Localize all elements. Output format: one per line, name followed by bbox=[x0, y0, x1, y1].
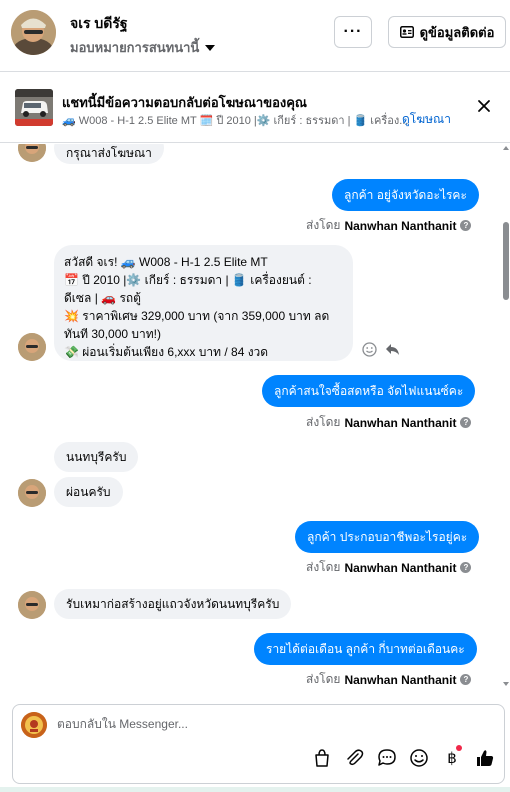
message-text: ลูกค้าสนใจซื้อสดหรือ จัดไฟแนนซ์คะ bbox=[274, 383, 464, 398]
message-bubble-outgoing[interactable]: ลูกค้า อยู่จังหวัดอะไรคะ bbox=[332, 179, 479, 211]
message-text: รับเหมาก่อสร้างอยู่แถวจังหวัดนนทบุรีครับ bbox=[66, 596, 280, 611]
contact-name[interactable]: จเร บดีรัฐ bbox=[70, 13, 128, 35]
info-icon[interactable]: ? bbox=[460, 417, 472, 428]
reply-composer: ฿ bbox=[12, 704, 505, 784]
reply-icon[interactable] bbox=[385, 343, 400, 356]
thumbs-up-icon[interactable] bbox=[474, 747, 496, 769]
scrollbar-thumb[interactable] bbox=[503, 222, 509, 300]
message-text: ผ่อนครับ bbox=[66, 484, 111, 499]
message-bubble-outgoing[interactable]: ลูกค้าสนใจซื้อสดหรือ จัดไฟแนนซ์คะ bbox=[262, 375, 476, 407]
close-icon[interactable] bbox=[476, 98, 492, 114]
message-bubble-outgoing[interactable]: รายได้ต่อเดือน ลูกค้า กี่บาทต่อเดือนคะ bbox=[254, 633, 477, 665]
sent-by-agent: Nanwhan Nanthanit bbox=[344, 672, 457, 687]
contact-avatar[interactable] bbox=[11, 10, 56, 55]
sent-by-prefix: ส่งโดย bbox=[306, 560, 341, 574]
sent-by-prefix: ส่งโดย bbox=[306, 218, 341, 232]
sent-by-line: ส่งโดย Nanwhan Nanthanit ? bbox=[306, 558, 472, 577]
info-icon[interactable]: ? bbox=[460, 220, 472, 231]
message-text: รายได้ต่อเดือน ลูกค้า กี่บาทต่อเดือนคะ bbox=[266, 641, 465, 656]
paperclip-icon[interactable] bbox=[343, 747, 365, 769]
caret-down-icon bbox=[205, 44, 216, 51]
react-smiley-icon[interactable] bbox=[362, 342, 377, 357]
info-icon[interactable]: ? bbox=[460, 562, 472, 573]
message-bubble-incoming[interactable]: กรุณาส่งโฆษณา bbox=[54, 144, 164, 164]
message-bubble-incoming[interactable]: ผ่อนครับ bbox=[54, 477, 123, 507]
emoji-icon[interactable] bbox=[408, 747, 430, 769]
info-icon[interactable]: ? bbox=[460, 674, 472, 685]
message-text: นนทบุรีครับ bbox=[66, 449, 127, 464]
message-bubble-incoming[interactable]: สวัสดี จเร! 🚙 W008 - H-1 2.5 Elite MT 📅 … bbox=[54, 245, 353, 361]
contact-card-icon bbox=[399, 26, 414, 38]
contact-avatar-small bbox=[18, 333, 46, 361]
message-line: 💥 ราคาพิเศษ 329,000 บาท (จาก 359,000 บาท… bbox=[64, 309, 330, 323]
conversation-header: จเร บดีรัฐ มอบหมายการสนทนานี้ ··· ดูข้อม… bbox=[0, 0, 510, 72]
message-line: 📅 ปี 2010 |⚙️ เกียร์ : ธรรมดา | 🛢️ เครื่… bbox=[64, 273, 312, 287]
notification-dot bbox=[456, 745, 462, 751]
message-text: ลูกค้า ประกอบอาชีพอะไรอยู่คะ bbox=[307, 529, 468, 544]
message-thread[interactable]: กรุณาส่งโฆษณา ลูกค้า อยู่จังหวัดอะไรคะ ส… bbox=[0, 144, 510, 692]
message-line: ทันที 30,000 บาท!) bbox=[64, 327, 161, 341]
message-text: กรุณาส่งโฆษณา bbox=[66, 145, 152, 160]
chat-bubble-icon[interactable] bbox=[376, 747, 398, 769]
message-line: ดีเซล | 🚗 รถตู้ bbox=[64, 291, 141, 305]
ad-thumbnail[interactable] bbox=[15, 89, 53, 126]
bottom-strip bbox=[0, 787, 510, 792]
page-avatar bbox=[21, 712, 47, 738]
sent-by-line: ส่งโดย Nanwhan Nanthanit ? bbox=[306, 413, 472, 432]
message-text: ลูกค้า อยู่จังหวัดอะไรคะ bbox=[344, 187, 467, 202]
message-line: สวัสดี จเร! 🚙 W008 - H-1 2.5 Elite MT bbox=[64, 255, 268, 269]
message-bubble-incoming[interactable]: รับเหมาก่อสร้างอยู่แถวจังหวัดนนทบุรีครับ bbox=[54, 589, 292, 619]
payment-glyph: ฿ bbox=[447, 750, 457, 767]
contact-info-label: ดูข้อมูลติดต่อ bbox=[419, 24, 495, 40]
message-bubble-outgoing[interactable]: ลูกค้า ประกอบอาชีพอะไรอยู่คะ bbox=[295, 521, 480, 553]
message-line: 💸 ผ่อนเริ่มต้นเพียง 6,xxx บาท / 84 งวด bbox=[64, 345, 269, 359]
sent-by-prefix: ส่งโดย bbox=[306, 672, 341, 686]
scroll-down-arrow-icon[interactable] bbox=[502, 680, 510, 688]
view-contact-info-button[interactable]: ดูข้อมูลติดต่อ bbox=[388, 16, 506, 48]
contact-avatar-small bbox=[18, 591, 46, 619]
shopping-bag-icon[interactable] bbox=[311, 747, 333, 769]
sent-by-agent: Nanwhan Nanthanit bbox=[344, 415, 457, 430]
sent-by-line: ส่งโดย Nanwhan Nanthanit ? bbox=[306, 670, 472, 689]
sent-by-line: ส่งโดย Nanwhan Nanthanit ? bbox=[306, 216, 472, 235]
contact-avatar-small bbox=[18, 479, 46, 507]
assign-label: มอบหมายการสนทนานี้ bbox=[70, 40, 200, 55]
more-options-button[interactable]: ··· bbox=[334, 16, 372, 48]
ad-banner-title: แชทนี้มีข้อความตอบกลับต่อโฆษณาของคุณ bbox=[62, 95, 307, 110]
assign-conversation-dropdown[interactable]: มอบหมายการสนทนานี้ bbox=[70, 37, 216, 58]
view-ad-link[interactable]: ดูโฆษณา bbox=[402, 110, 451, 129]
ad-banner-subtitle: 🚙 W008 - H-1 2.5 Elite MT 🗓️ ปี 2010 |⚙️… bbox=[62, 115, 409, 127]
contact-avatar-small bbox=[18, 144, 46, 162]
scroll-up-arrow-icon[interactable] bbox=[502, 144, 510, 152]
payment-icon[interactable]: ฿ bbox=[441, 745, 463, 769]
sent-by-agent: Nanwhan Nanthanit bbox=[344, 560, 457, 575]
sent-by-agent: Nanwhan Nanthanit bbox=[344, 218, 457, 233]
message-bubble-incoming[interactable]: นนทบุรีครับ bbox=[54, 442, 139, 472]
sent-by-prefix: ส่งโดย bbox=[306, 415, 341, 429]
reply-input[interactable] bbox=[57, 717, 457, 731]
ad-reply-banner: แชทนี้มีข้อความตอบกลับต่อโฆษณาของคุณ 🚙 W… bbox=[0, 73, 510, 143]
